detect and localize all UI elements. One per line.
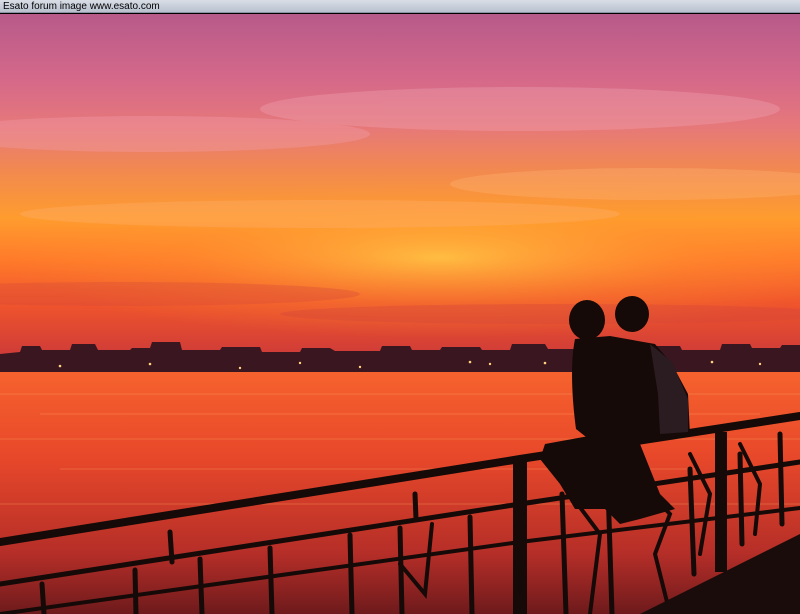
watermark-banner: Esato forum image www.esato.com	[0, 0, 800, 13]
railing-post-right	[715, 432, 727, 572]
image-frame: Esato forum image www.esato.com	[0, 0, 800, 614]
sunset-photo	[0, 14, 800, 614]
railing-post	[513, 460, 527, 614]
